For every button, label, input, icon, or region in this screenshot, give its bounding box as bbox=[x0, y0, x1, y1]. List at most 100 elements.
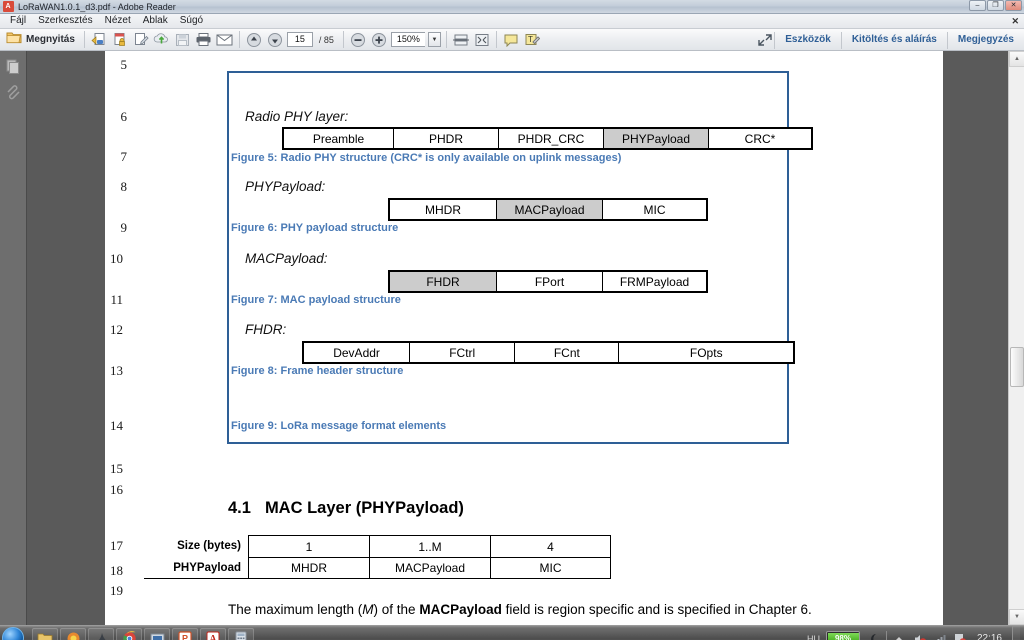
powerpoint-icon[interactable]: P bbox=[172, 627, 198, 640]
line-number: 16 bbox=[110, 482, 123, 497]
print-icon[interactable] bbox=[195, 31, 213, 49]
explorer-icon[interactable] bbox=[32, 627, 58, 640]
cloud-upload-icon[interactable] bbox=[153, 31, 171, 49]
figure-7-caption: Figure 7: MAC payload structure bbox=[231, 294, 401, 306]
toolbar-right-panel: Eszközök Kitöltés és aláírás Megjegyzés bbox=[756, 29, 1024, 51]
menu-item-edit[interactable]: Szerkesztés bbox=[32, 14, 98, 28]
row-header: PHYPayload bbox=[144, 557, 248, 579]
battery-icon[interactable]: 98% bbox=[825, 631, 860, 640]
comment-panel-link[interactable]: Megjegyzés bbox=[948, 30, 1024, 50]
close-button[interactable]: ✕ bbox=[1005, 0, 1022, 11]
email-icon[interactable] bbox=[216, 31, 234, 49]
scroll-down-icon[interactable]: ▼ bbox=[1009, 609, 1024, 625]
line-number: 12 bbox=[110, 322, 123, 337]
action-center-warning-icon[interactable] bbox=[953, 632, 967, 640]
windows-start-orb[interactable] bbox=[2, 627, 24, 640]
phypayload-size-table: Size (bytes) 1 1..M 4 PHYPayload MHDR MA… bbox=[144, 535, 611, 579]
tools-panel-link[interactable]: Eszközök bbox=[775, 30, 841, 50]
page-thumbnails-icon[interactable] bbox=[5, 59, 21, 75]
fit-width-icon[interactable] bbox=[452, 31, 470, 49]
line-number: 15 bbox=[110, 461, 123, 476]
sticky-note-icon[interactable] bbox=[502, 31, 520, 49]
field-cell: FPort bbox=[497, 272, 603, 291]
chevron-down-icon[interactable]: ▼ bbox=[427, 32, 441, 47]
adobe-reader-icon[interactable]: A bbox=[200, 627, 226, 640]
chrome-icon[interactable] bbox=[116, 627, 142, 640]
line-number: 9 bbox=[120, 220, 128, 235]
line-number: 18 bbox=[110, 563, 123, 578]
document-close-icon[interactable]: ✕ bbox=[1011, 16, 1019, 27]
toolbar-separator bbox=[83, 31, 85, 48]
zoom-level-input[interactable]: 150% bbox=[390, 32, 425, 47]
page-total-label: / 85 bbox=[318, 34, 334, 45]
figure-8-caption: Figure 8: Frame header structure bbox=[231, 365, 404, 377]
edit-pdf-icon[interactable] bbox=[132, 31, 150, 49]
taskbar-items: P A bbox=[32, 627, 254, 640]
toolbar-separator bbox=[495, 31, 497, 48]
zoom-out-icon[interactable] bbox=[349, 31, 367, 49]
svg-text:T: T bbox=[528, 35, 533, 44]
volume-muted-icon[interactable] bbox=[913, 632, 927, 640]
toolbar-separator bbox=[342, 31, 344, 48]
toolbar-separator bbox=[238, 31, 240, 48]
field-cell: Preamble bbox=[284, 129, 394, 148]
section-title: MAC Layer (PHYPayload) bbox=[264, 499, 464, 517]
window-title: LoRaWAN1.0.1_d3.pdf - Adobe Reader bbox=[18, 1, 176, 12]
create-pdf-icon[interactable] bbox=[90, 31, 108, 49]
line-number: 5 bbox=[120, 57, 128, 72]
show-desktop-button[interactable] bbox=[1012, 626, 1020, 640]
macpayload-label: MACPayload: bbox=[245, 251, 328, 266]
zoom-in-icon[interactable] bbox=[370, 31, 388, 49]
scroll-up-icon[interactable]: ▲ bbox=[1009, 51, 1024, 67]
show-hidden-icons-icon[interactable] bbox=[893, 632, 907, 640]
fill-and-sign-link[interactable]: Kitöltés és aláírás bbox=[842, 30, 947, 50]
table-row: Size (bytes) 1 1..M 4 bbox=[144, 535, 611, 557]
save-icon bbox=[174, 31, 192, 49]
power-plug-icon[interactable] bbox=[866, 632, 880, 640]
arrow-up-icon[interactable] bbox=[245, 31, 263, 49]
network-signal-icon[interactable] bbox=[933, 632, 947, 640]
menu-item-file[interactable]: Fájl bbox=[4, 14, 32, 28]
line-number: 8 bbox=[120, 179, 128, 194]
table-cell: 1 bbox=[248, 535, 369, 557]
attachment-paperclip-icon[interactable] bbox=[5, 85, 21, 101]
svg-text:P: P bbox=[182, 634, 188, 640]
menu-item-view[interactable]: Nézet bbox=[99, 14, 137, 28]
paragraph-part-3: field is region specific and is specifie… bbox=[501, 602, 812, 617]
figure-5-strip: Preamble PHDR PHDR_CRC PHYPayload CRC* bbox=[282, 127, 813, 150]
fit-page-icon[interactable] bbox=[473, 31, 491, 49]
language-indicator[interactable]: HU bbox=[807, 634, 820, 640]
field-cell-highlighted: MACPayload bbox=[497, 200, 603, 219]
page-number-input[interactable]: 15 bbox=[286, 32, 313, 47]
maximize-button[interactable]: ❐ bbox=[987, 0, 1004, 11]
media-icon[interactable] bbox=[144, 627, 170, 640]
field-cell: MHDR bbox=[390, 200, 497, 219]
firefox-icon[interactable] bbox=[60, 627, 86, 640]
minimize-button[interactable]: – bbox=[969, 0, 986, 11]
scroll-thumb[interactable] bbox=[1010, 347, 1024, 387]
radio-phy-layer-label: Radio PHY layer: bbox=[245, 109, 349, 124]
utorrent-icon[interactable] bbox=[88, 627, 114, 640]
calculator-icon[interactable] bbox=[228, 627, 254, 640]
comment-tools-group: T bbox=[502, 31, 541, 49]
vertical-scrollbar[interactable]: ▲ ▼ bbox=[1008, 51, 1024, 625]
menu-item-help[interactable]: Súgó bbox=[174, 14, 209, 28]
zoom-group: 150% ▼ bbox=[349, 31, 441, 49]
pdf-icon bbox=[3, 1, 14, 12]
arrow-down-icon[interactable] bbox=[266, 31, 284, 49]
open-button[interactable]: Megnyitás bbox=[3, 31, 79, 49]
secure-pdf-icon[interactable] bbox=[111, 31, 129, 49]
field-cell: FCnt bbox=[515, 343, 620, 362]
figure-6-strip: MHDR MACPayload MIC bbox=[388, 198, 708, 221]
expand-icon[interactable] bbox=[756, 31, 774, 49]
highlight-icon[interactable]: T bbox=[523, 31, 541, 49]
menu-item-window[interactable]: Ablak bbox=[137, 14, 174, 28]
paragraph-part-2: ) of the bbox=[373, 602, 420, 617]
svg-text:A: A bbox=[209, 634, 217, 640]
folder-open-icon bbox=[6, 30, 22, 49]
document-scroll-area[interactable]: 5 6 7 8 9 10 11 12 13 14 15 16 17 18 19 … bbox=[27, 51, 1024, 625]
taskbar-clock[interactable]: 22:16 bbox=[977, 633, 1002, 640]
table-cell: 1..M bbox=[369, 535, 490, 557]
toolbar-file-group bbox=[90, 31, 234, 49]
field-cell: FCtrl bbox=[410, 343, 516, 362]
